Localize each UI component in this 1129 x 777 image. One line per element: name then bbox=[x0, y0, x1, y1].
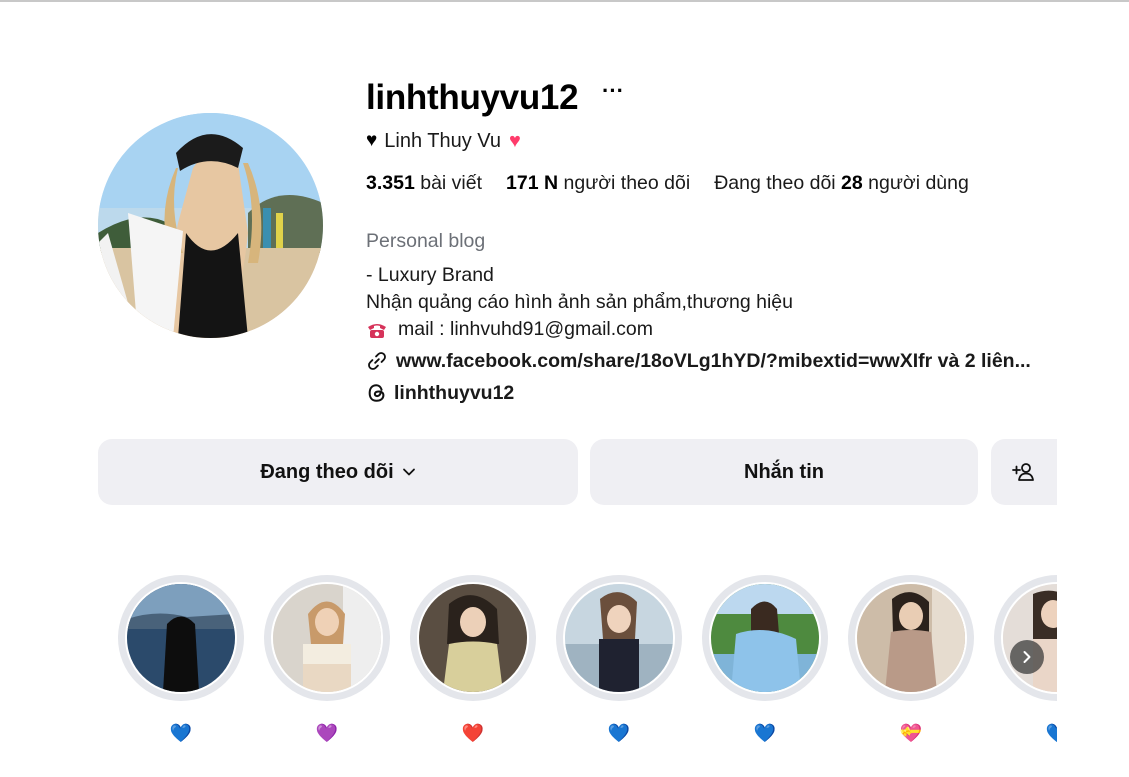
bio-line: - Luxury Brand bbox=[366, 264, 494, 286]
highlight-thumbnail bbox=[709, 582, 821, 694]
following-button[interactable]: Đang theo dõi bbox=[98, 439, 578, 505]
highlight-label: 💙 bbox=[1045, 723, 1057, 743]
highlight-item[interactable]: 💜 bbox=[264, 575, 390, 745]
highlight-thumbnail bbox=[271, 582, 383, 694]
highlight-thumbnail bbox=[563, 582, 675, 694]
highlight-thumbnail bbox=[417, 582, 529, 694]
bio-line: Nhận quảng cáo hình ảnh sản phẩm,thương … bbox=[366, 291, 793, 313]
threads-icon bbox=[368, 384, 385, 402]
profile-category: Personal blog bbox=[366, 230, 486, 252]
profile-full-name: Linh Thuy Vu bbox=[384, 129, 502, 152]
story-highlights: 💙 💜 ❤️ 💙 💙 💝 💙 bbox=[118, 575, 1057, 755]
highlight-item[interactable]: 💝 bbox=[848, 575, 974, 745]
highlight-thumbnail bbox=[1001, 582, 1057, 694]
highlight-label: 💝 bbox=[899, 723, 923, 743]
highlight-ring bbox=[994, 575, 1057, 701]
add-user-icon bbox=[1012, 463, 1034, 481]
highlight-ring bbox=[556, 575, 682, 701]
chevron-down-icon bbox=[402, 468, 415, 476]
highlight-item[interactable]: ❤️ bbox=[410, 575, 536, 745]
highlight-label: 💙 bbox=[607, 723, 631, 743]
bio-line-mail: mail : linhvuhd91@gmail.com bbox=[366, 316, 793, 343]
highlight-thumbnail bbox=[855, 582, 967, 694]
pink-heart-icon: ♥ bbox=[509, 129, 521, 152]
window-top-border bbox=[0, 0, 1129, 2]
following-label: người dùng bbox=[868, 172, 969, 194]
highlight-ring bbox=[702, 575, 828, 701]
following-stat[interactable]: Đang theo dõi 28 người dùng bbox=[714, 172, 969, 195]
following-prefix: Đang theo dõi bbox=[714, 172, 836, 194]
highlight-item[interactable]: 💙 bbox=[702, 575, 828, 745]
highlight-item[interactable]: 💙 bbox=[118, 575, 244, 745]
profile-bio: - Luxury Brand Nhận quảng cáo hình ảnh s… bbox=[366, 262, 793, 343]
following-count: 28 bbox=[841, 172, 863, 194]
external-link-text[interactable]: www.facebook.com/share/18oVLg1hYD/?mibex… bbox=[396, 350, 1031, 373]
followers-stat[interactable]: 171 N người theo dõi bbox=[506, 172, 690, 195]
threads-link[interactable]: linhthuyvu12 bbox=[366, 380, 514, 406]
highlight-item[interactable]: 💙 bbox=[556, 575, 682, 745]
avatar-photo bbox=[98, 113, 323, 338]
highlight-ring bbox=[118, 575, 244, 701]
profile-avatar[interactable] bbox=[98, 113, 323, 338]
more-options-button[interactable]: ··· bbox=[602, 80, 626, 106]
highlight-label: 💙 bbox=[753, 723, 777, 743]
link-icon bbox=[368, 352, 386, 370]
threads-handle: linhthuyvu12 bbox=[394, 381, 515, 404]
bio-mail-text: mail : linhvuhd91@gmail.com bbox=[398, 318, 653, 340]
posts-label: bài viết bbox=[420, 172, 483, 194]
message-button[interactable]: Nhắn tin bbox=[590, 439, 978, 505]
highlights-next-button[interactable] bbox=[1010, 640, 1044, 674]
followers-count: 171 N bbox=[506, 172, 559, 194]
highlight-label: ❤️ bbox=[461, 723, 485, 743]
highlight-label: 💜 bbox=[315, 723, 339, 743]
black-heart-icon: ♥ bbox=[366, 130, 378, 151]
suggest-users-button[interactable] bbox=[991, 439, 1057, 505]
highlight-label: 💙 bbox=[169, 723, 193, 743]
highlight-ring bbox=[410, 575, 536, 701]
profile-fullname-row: ♥ Linh Thuy Vu ♥ bbox=[366, 128, 521, 154]
highlight-ring bbox=[264, 575, 390, 701]
message-button-label: Nhắn tin bbox=[744, 460, 824, 483]
highlight-thumbnail bbox=[125, 582, 237, 694]
chevron-right-icon bbox=[1023, 651, 1031, 663]
posts-stat: 3.351 bài viết bbox=[366, 172, 482, 195]
following-button-label: Đang theo dõi bbox=[260, 460, 394, 483]
followers-label: người theo dõi bbox=[563, 172, 691, 194]
external-link[interactable]: www.facebook.com/share/18oVLg1hYD/?mibex… bbox=[366, 348, 1031, 374]
profile-username: linhthuyvu12 bbox=[366, 78, 579, 117]
telephone-icon bbox=[368, 323, 386, 338]
posts-count: 3.351 bbox=[366, 172, 415, 194]
profile-stats: 3.351 bài viết 171 N người theo dõi Đang… bbox=[366, 172, 993, 195]
highlight-ring bbox=[848, 575, 974, 701]
